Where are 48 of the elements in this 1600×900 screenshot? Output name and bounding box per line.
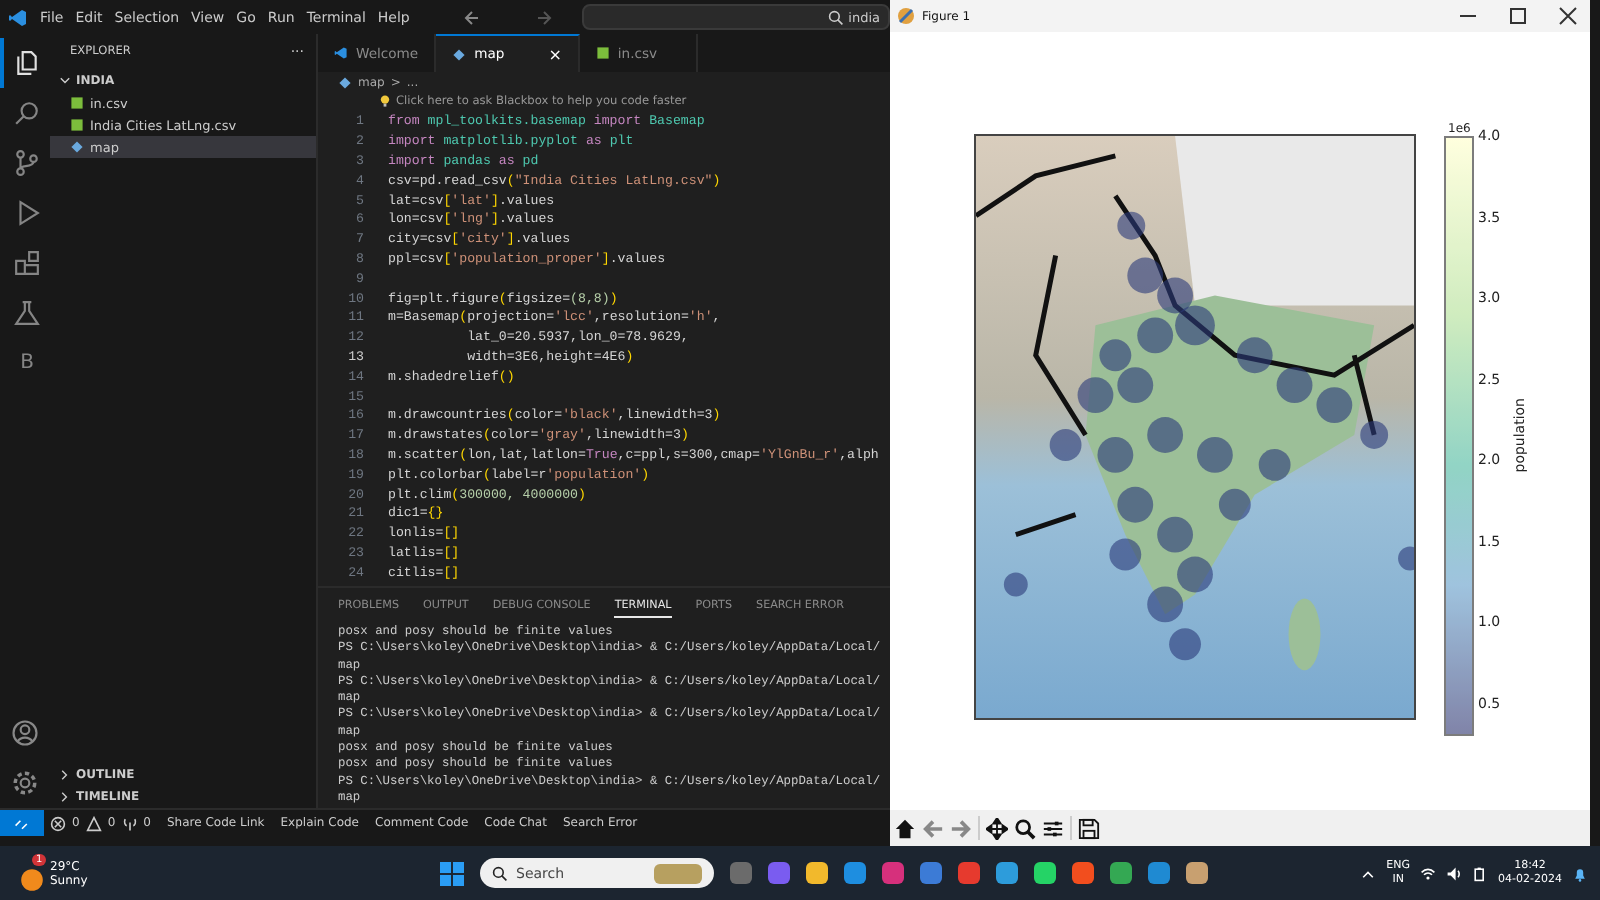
battery-icon[interactable] <box>1472 865 1489 881</box>
speaker-icon[interactable] <box>1446 865 1463 881</box>
search-icon <box>492 865 508 881</box>
bell-icon[interactable] <box>1572 865 1588 881</box>
zoom-icon[interactable] <box>1014 817 1036 839</box>
back-arrow-icon[interactable] <box>461 7 482 27</box>
extension-letter-icon[interactable]: B <box>20 352 34 374</box>
taskbar-app-icon[interactable] <box>1186 862 1208 884</box>
taskbar-app-icon[interactable] <box>920 862 942 884</box>
antenna-icon[interactable] <box>121 815 138 831</box>
figure-app-icon <box>896 6 916 26</box>
sun-icon <box>20 867 44 891</box>
taskbar-app-icon[interactable] <box>958 862 980 884</box>
vscode-logo-icon <box>8 7 28 27</box>
error-icon[interactable] <box>50 815 66 831</box>
remote-icon <box>14 815 30 831</box>
flask-icon[interactable] <box>14 300 40 326</box>
taskbar-app-icon[interactable] <box>844 862 866 884</box>
close-tab-button[interactable]: × <box>548 45 562 63</box>
taskbar-app-icon[interactable] <box>1110 862 1132 884</box>
account-icon[interactable] <box>12 720 38 746</box>
forward-arrow-icon[interactable] <box>533 7 554 27</box>
taskbar-app-icon[interactable] <box>1072 862 1094 884</box>
diamond-icon <box>452 47 467 61</box>
source-control-icon[interactable] <box>14 150 40 176</box>
sliders-icon[interactable] <box>1042 817 1064 839</box>
settings-icon[interactable] <box>12 770 38 796</box>
search-icon[interactable] <box>14 100 40 126</box>
wifi-icon[interactable] <box>1420 865 1437 881</box>
extensions-icon[interactable] <box>14 250 40 276</box>
lightbulb-icon <box>378 94 392 108</box>
diamond-icon <box>70 140 84 154</box>
save-icon[interactable] <box>1078 817 1100 839</box>
warning-icon[interactable] <box>85 815 102 831</box>
taskbar-app-icon[interactable] <box>1034 862 1056 884</box>
taskbar-app-icon[interactable] <box>996 862 1018 884</box>
vscode-logo-icon <box>334 46 348 60</box>
files-icon[interactable] <box>14 50 40 76</box>
start-button[interactable] <box>440 861 464 885</box>
search-icon <box>828 9 845 25</box>
search-highlight-picture <box>654 863 702 883</box>
spreadsheet-icon <box>595 46 610 60</box>
forward-arrow-icon[interactable] <box>950 817 972 839</box>
home-icon[interactable] <box>894 817 916 839</box>
move-icon[interactable] <box>986 817 1008 839</box>
run-debug-icon[interactable] <box>14 200 40 226</box>
taskbar-app-icon[interactable] <box>1148 862 1170 884</box>
taskbar-app-icon[interactable] <box>806 862 828 884</box>
